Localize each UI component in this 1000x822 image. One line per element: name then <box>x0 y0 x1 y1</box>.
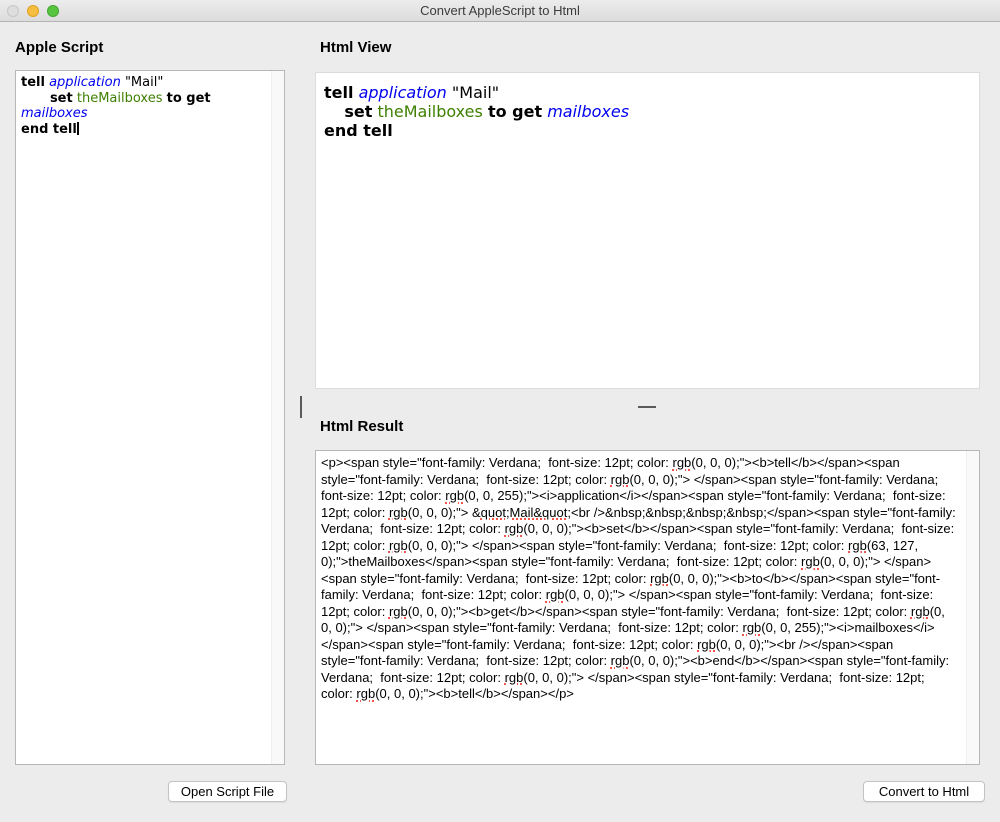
misspelled-word: rgb <box>611 653 630 668</box>
vertical-splitter-handle[interactable] <box>300 396 302 418</box>
code-line: tell application "Mail" <box>324 83 971 102</box>
misspelled-word: quot;Mail&quot <box>481 505 568 520</box>
text-cursor <box>77 122 79 135</box>
window-title: Convert AppleScript to Html <box>0 0 1000 22</box>
html-view-heading: Html View <box>320 39 391 56</box>
apple-script-editor[interactable]: tell application "Mail" set theMailboxes… <box>15 70 285 765</box>
misspelled-word: rgb <box>911 604 930 619</box>
html-result-editor[interactable]: <p><span style="font-family: Verdana; fo… <box>315 450 980 765</box>
misspelled-word: rgb <box>611 472 630 487</box>
html-result-heading: Html Result <box>320 418 403 435</box>
misspelled-word: rgb <box>505 670 524 685</box>
misspelled-word: rgb <box>697 637 716 652</box>
horizontal-splitter-handle[interactable] <box>638 406 656 408</box>
app-window: Convert AppleScript to Html Apple Script… <box>0 0 1000 822</box>
misspelled-word: rgb <box>389 505 408 520</box>
misspelled-word: rgb <box>672 455 691 470</box>
apple-script-code: tell application "Mail" set theMailboxes… <box>16 71 284 141</box>
misspelled-word: rgb <box>505 521 524 536</box>
code-line: mailboxes <box>21 106 279 122</box>
open-script-file-button[interactable]: Open Script File <box>168 781 287 802</box>
misspelled-word: rgb <box>546 587 565 602</box>
misspelled-word: rgb <box>445 488 464 503</box>
code-line: tell application "Mail" <box>21 75 279 91</box>
misspelled-word: rgb <box>801 554 820 569</box>
html-view-content: tell application "Mail" set theMailboxes… <box>316 73 979 150</box>
title-bar[interactable]: Convert AppleScript to Html <box>0 0 1000 22</box>
misspelled-word: rgb <box>389 604 408 619</box>
html-result-text: <p><span style="font-family: Verdana; fo… <box>316 451 962 707</box>
misspelled-word: rgb <box>356 686 375 701</box>
misspelled-word: rgb <box>650 571 669 586</box>
misspelled-word: rgb <box>743 620 762 635</box>
code-line: end tell <box>21 122 279 138</box>
code-line: end tell <box>324 121 971 140</box>
misspelled-word: rgb <box>848 538 867 553</box>
html-result-scrollbar[interactable] <box>966 451 979 764</box>
code-line: set theMailboxes to get <box>21 91 279 107</box>
convert-to-html-button[interactable]: Convert to Html <box>863 781 985 802</box>
misspelled-word: rgb <box>389 538 408 553</box>
apple-script-heading: Apple Script <box>15 39 103 56</box>
code-line: set theMailboxes to get mailboxes <box>324 102 971 121</box>
html-view-panel[interactable]: tell application "Mail" set theMailboxes… <box>315 72 980 389</box>
apple-script-scrollbar[interactable] <box>271 71 284 764</box>
